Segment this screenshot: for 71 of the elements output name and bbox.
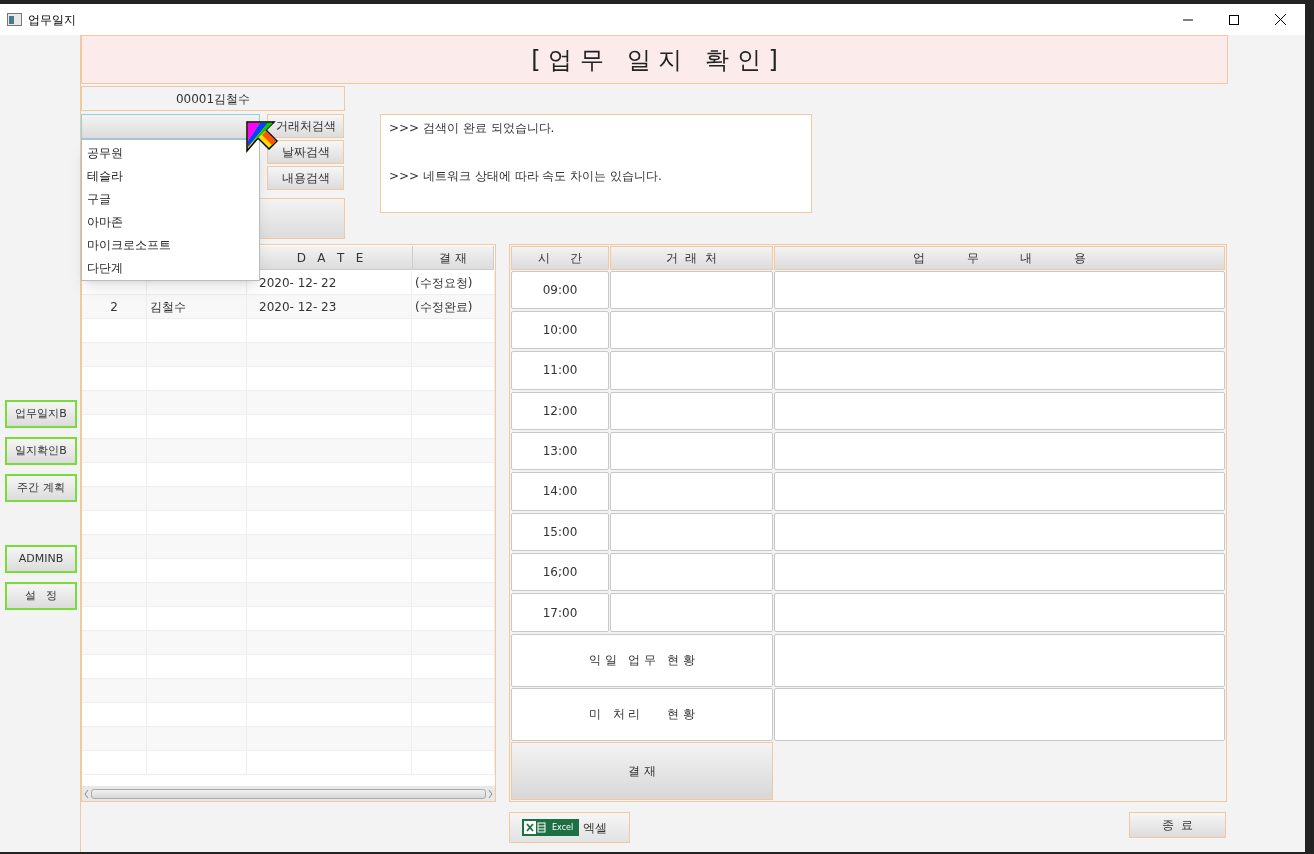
scroll-right-icon[interactable] (488, 789, 493, 798)
task-field[interactable] (774, 512, 1225, 551)
time-cell: 14:00 (511, 472, 609, 511)
column-header[interactable]: 시 간 (511, 246, 609, 270)
table-cell-text: (수정완료) (415, 298, 473, 316)
title-banner: [ 업 무 일 지 확 인 ] (81, 35, 1228, 84)
approve-button[interactable]: 결 재 (511, 741, 773, 800)
search-button[interactable]: 내용검색 (267, 166, 344, 190)
task-field[interactable] (774, 391, 1225, 430)
dropdown-option[interactable]: 구글 (82, 187, 259, 210)
time-cell: 15:00 (511, 512, 609, 551)
client-field[interactable] (610, 512, 773, 551)
table-cell-text: 2 (110, 298, 118, 316)
table-cell-text: 2020- 12- 22 (259, 274, 337, 292)
table-cell-text: 2020- 12- 23 (259, 298, 337, 316)
client-field[interactable] (610, 472, 773, 511)
summary-field[interactable] (774, 633, 1225, 687)
search-button[interactable]: 거래처검색 (267, 114, 344, 138)
user-label: 00001김철수 (81, 86, 345, 111)
task-field[interactable] (774, 431, 1225, 471)
column-header[interactable]: 거 래 처 (610, 246, 773, 270)
client-field[interactable] (610, 593, 773, 632)
summary-label: 미 처 리 현 황 (511, 687, 773, 741)
window-title: 업무일지 (28, 11, 76, 29)
time-cell: 11:00 (511, 351, 609, 390)
nav-button[interactable]: 업무일지B (5, 400, 77, 428)
task-field[interactable] (774, 593, 1225, 632)
search-button[interactable]: 날짜검색 (267, 140, 344, 164)
dropdown-option[interactable]: 아마존 (82, 210, 259, 233)
column-header[interactable]: D A T E (248, 246, 413, 269)
table-cell-text: (수정요청) (415, 274, 473, 292)
client-field[interactable] (610, 431, 773, 471)
column-header[interactable]: 결 재 (413, 246, 494, 269)
task-field[interactable] (774, 310, 1225, 350)
dropdown-option[interactable]: 공무원 (82, 141, 259, 164)
client-field[interactable] (610, 351, 773, 390)
summary-label: 익 일 업 무 현 황 (511, 633, 773, 687)
horizontal-scrollbar[interactable] (82, 786, 495, 801)
maximize-icon (1229, 14, 1239, 25)
column-header[interactable]: 업 무 내 용 (774, 246, 1225, 270)
time-cell: 17:00 (511, 593, 609, 632)
close-app-button[interactable]: 종 료 (1129, 812, 1226, 838)
time-cell: 09:00 (511, 270, 609, 309)
dropdown-option[interactable]: 테슬라 (82, 164, 259, 187)
time-cell: 13:00 (511, 431, 609, 471)
summary-field[interactable] (774, 687, 1225, 741)
nav-button[interactable]: 설 정 (5, 582, 77, 610)
excel-logo: Excel (522, 819, 580, 836)
task-field[interactable] (774, 351, 1225, 390)
time-cell: 12:00 (511, 391, 609, 430)
client-field[interactable] (610, 310, 773, 350)
task-field[interactable] (774, 270, 1225, 309)
status-message: >>> 네트워크 상태에 따라 속도 차이는 있습니다. (389, 168, 663, 185)
client-field[interactable] (610, 553, 773, 592)
time-cell: 10:00 (511, 310, 609, 350)
client-field[interactable] (610, 391, 773, 430)
task-field[interactable] (774, 553, 1225, 592)
client-field[interactable] (610, 270, 773, 309)
scroll-left-icon[interactable] (84, 789, 89, 798)
close-icon (1274, 14, 1286, 25)
app-icon (7, 13, 22, 26)
task-field[interactable] (774, 472, 1225, 511)
company-dropdown[interactable] (81, 114, 260, 139)
table-cell-text: 김철수 (150, 298, 186, 316)
nav-button[interactable]: 일지확인B (5, 437, 77, 465)
nav-button[interactable]: 주간 계획 (5, 474, 77, 502)
status-message: >>> 검색이 완료 되었습니다. (389, 120, 556, 137)
time-cell: 16;00 (511, 553, 609, 592)
spreadsheet-icon (524, 821, 546, 834)
excel-button[interactable]: Excel 엑셀 (509, 812, 630, 843)
nav-button[interactable]: ADMINB (5, 545, 77, 573)
